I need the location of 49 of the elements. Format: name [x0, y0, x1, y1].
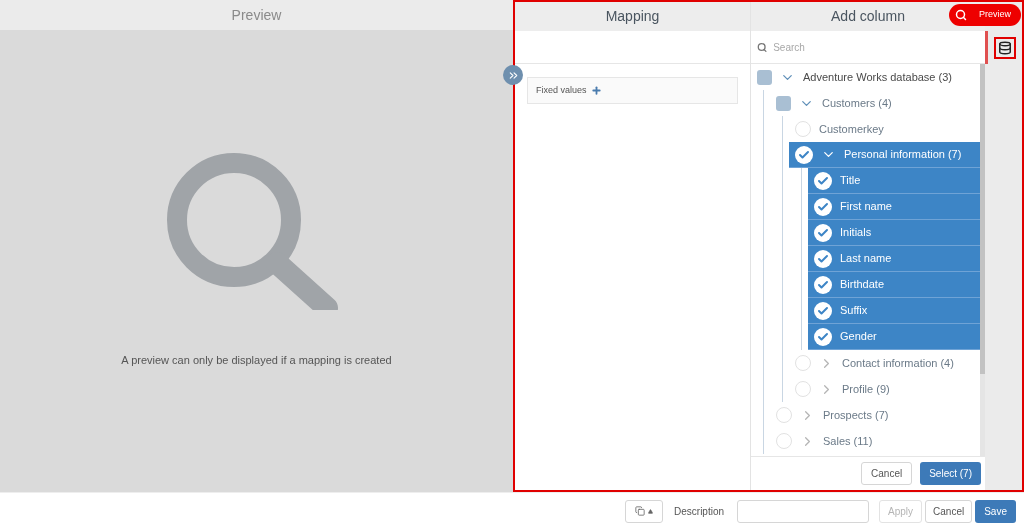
tree-item-label[interactable]: Initials [840, 224, 872, 241]
selected-tree-row[interactable]: Suffix [808, 298, 980, 324]
panel-title: Mapping [605, 7, 660, 26]
database-icon [998, 40, 1012, 55]
copy-icon [635, 506, 645, 516]
selected-tree-row[interactable]: Birthdate [808, 272, 980, 298]
cancel-button[interactable]: Cancel [925, 499, 973, 523]
selected-tree-row[interactable]: First name [808, 194, 980, 220]
search-field[interactable]: Search [773, 39, 979, 55]
search-icon [955, 9, 967, 21]
plus-icon[interactable] [590, 85, 602, 96]
scrollbar[interactable] [980, 64, 985, 456]
tree-item-label[interactable]: Customerkey [819, 120, 884, 138]
tree-item-label[interactable]: Contact information (4) [842, 354, 954, 372]
partial-checkbox[interactable] [757, 69, 772, 85]
fixed-values-bar[interactable]: Fixed values [527, 77, 738, 104]
cancel-button[interactable]: Cancel [861, 462, 913, 485]
panel-title: Add column [831, 7, 905, 26]
tree-item-label[interactable]: First name [840, 198, 892, 215]
fixed-values-label: Fixed values [536, 83, 587, 97]
selected-tree-row[interactable]: Last name [808, 246, 980, 272]
selected-tree-row[interactable]: Initials [808, 220, 980, 246]
select-button[interactable]: Select (7) [920, 462, 981, 485]
tree-item-label[interactable]: Sales (11) [823, 432, 873, 450]
caret-icon [648, 508, 653, 514]
save-button[interactable]: Save [975, 499, 1016, 523]
selected-tree-row[interactable]: Title [808, 168, 980, 194]
partial-checkbox[interactable] [776, 95, 791, 111]
copy-menu-button[interactable] [625, 499, 663, 523]
tree-item-label[interactable]: Suffix [840, 302, 868, 319]
description-field[interactable] [737, 499, 870, 523]
tree-item-label[interactable]: Last name [840, 250, 892, 267]
selected-tree-row[interactable]: Gender [808, 324, 980, 350]
search-icon [757, 41, 768, 53]
tree-item-label[interactable]: Customers (4) [822, 94, 892, 112]
database-button[interactable] [994, 36, 1016, 59]
tree-item-label[interactable]: Profile (9) [842, 380, 890, 398]
preview-button[interactable]: Preview [949, 4, 1021, 26]
preview-message: A preview can only be displayed if a mapping is created [121, 353, 392, 368]
tree-item-label[interactable]: Birthdate [840, 276, 885, 293]
tree-item-label[interactable]: Prospects (7) [823, 406, 889, 424]
tree-item-label[interactable]: Adventure Works database (3) [803, 68, 952, 86]
expand-button[interactable] [503, 65, 523, 85]
tree-item-label[interactable]: Title [840, 172, 861, 189]
tree-item-label[interactable]: Personal information (7) [844, 146, 962, 163]
tree-item-label[interactable]: Gender [840, 328, 877, 345]
selected-tree-row[interactable]: Personal information (7) [789, 142, 980, 168]
panel-title: Preview [231, 5, 282, 25]
description-label: Description [674, 504, 725, 519]
